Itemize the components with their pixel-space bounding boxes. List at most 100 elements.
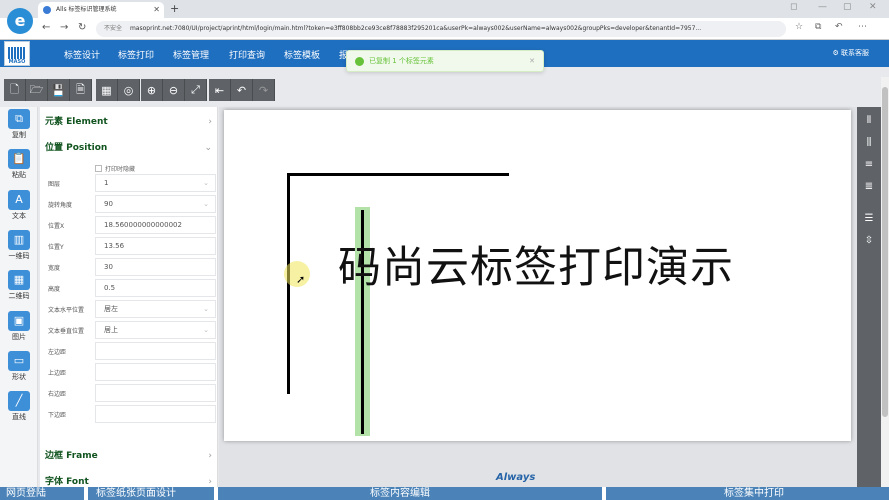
new-tab-icon[interactable]: + [170, 2, 179, 15]
browser-tab[interactable]: Alls 标签标识管理系统 ✕ [38, 2, 164, 18]
minimize-icon[interactable]: — [818, 2, 827, 12]
extensions-icon[interactable]: ⧉ [815, 22, 821, 32]
save-as-icon[interactable]: 🗎 [70, 79, 92, 101]
tool-qrcode[interactable]: ▦ 二维码 [0, 270, 38, 301]
browser-tab-bar: Alls 标签标识管理系统 ✕ + ◻ — ▢ ✕ [0, 0, 889, 18]
insecure-label: 不安全 [104, 25, 123, 32]
field-input[interactable]: 18.560000000000002 [95, 216, 216, 234]
url-field[interactable]: 不安全 masoprint.net:7080/UI/project/aprint… [96, 21, 786, 37]
undo-icon[interactable]: ↶ [231, 79, 253, 101]
more-icon[interactable]: ⋯ [858, 22, 867, 32]
field-select[interactable]: 1 ⌄ [95, 174, 216, 192]
tool-image[interactable]: ▣ 图片 [0, 311, 38, 342]
field-select[interactable]: 居上 ⌄ [95, 321, 216, 339]
save-icon[interactable]: 💾 [48, 79, 70, 101]
toast-close-icon[interactable]: ✕ [529, 51, 535, 71]
field-label: 上边距 [48, 370, 67, 377]
distribute-horizontal-icon[interactable]: ⇳ [861, 233, 877, 249]
new-file-icon[interactable]: 🗋 [4, 79, 26, 101]
redo-icon[interactable]: ↷ [253, 79, 275, 101]
reload-icon[interactable]: ↻ [78, 22, 86, 33]
align-bottom-icon[interactable]: ⫼ [861, 135, 877, 151]
tool-line[interactable]: ╱ 直线 [0, 391, 38, 422]
zoom-out-icon[interactable]: ⊖ [163, 79, 185, 101]
maximize-icon[interactable]: ▢ [843, 2, 852, 12]
tool-label: 复制 [12, 131, 26, 139]
field-select[interactable]: 90 ⌄ [95, 195, 216, 213]
window-close-icon[interactable]: ✕ [869, 2, 877, 12]
zoom-in-icon[interactable]: ⊕ [141, 79, 163, 101]
menu-label-manage[interactable]: 标签管理 [173, 48, 209, 61]
align-left-icon[interactable]: ≡ [861, 157, 877, 173]
field-input[interactable] [95, 363, 216, 381]
field-input[interactable] [95, 384, 216, 402]
label-text-element[interactable]: 码尚云标签打印演示 [338, 233, 734, 295]
menu-print-query[interactable]: 打印查询 [229, 48, 265, 61]
section-element[interactable]: 元素 Element › [40, 113, 217, 131]
history-icon[interactable]: ↶ [835, 22, 843, 32]
field-value: 13.56 [104, 242, 125, 250]
step-divider [84, 487, 88, 500]
menu-label-print[interactable]: 标签打印 [118, 48, 154, 61]
toast-message: 已复制 1 个标签元素 [369, 57, 434, 65]
image-icon: ▣ [8, 311, 30, 331]
tool-label: 直线 [12, 413, 26, 421]
check-circle-icon [355, 57, 364, 66]
mouse-pointer-icon: ➚ [296, 273, 306, 286]
tab-close-icon[interactable]: ✕ [153, 2, 160, 17]
barcode-icon: ▥ [8, 230, 30, 250]
tool-shape[interactable]: ▭ 形状 [0, 351, 38, 382]
align-right-icon[interactable]: ≣ [861, 179, 877, 195]
fit-screen-icon[interactable]: ⤢ [185, 79, 207, 101]
field-label: 下边距 [48, 412, 67, 419]
field-input[interactable]: 30 [95, 258, 216, 276]
tool-barcode[interactable]: ▥ 一维码 [0, 230, 38, 261]
field-row: 位置Y 13.56 [40, 236, 217, 256]
open-folder-icon[interactable]: 🗁 [26, 79, 48, 101]
section-frame[interactable]: 边框 Frame › [40, 447, 217, 465]
print-hidden-checkbox[interactable]: 打印时隐藏 [95, 164, 135, 173]
section-title: 字体 Font [45, 477, 89, 487]
menu-label-design[interactable]: 标签设计 [64, 48, 100, 61]
horizontal-line-element[interactable] [287, 173, 509, 176]
field-select[interactable]: 居左 ⌄ [95, 300, 216, 318]
step-divider [214, 487, 218, 500]
page-scrollbar[interactable] [881, 77, 889, 500]
label-paper[interactable]: 码尚云标签打印演示 ➚ [224, 110, 851, 441]
tool-text[interactable]: A 文本 [0, 190, 38, 221]
profile-icon[interactable]: ◻ [790, 2, 797, 12]
field-input[interactable]: 0.5 [95, 279, 216, 297]
tool-label: 二维码 [8, 292, 30, 300]
field-label: 位置X [48, 223, 65, 230]
field-label: 文本水平位置 [48, 307, 85, 314]
tool-label: 一维码 [8, 252, 30, 260]
preview-icon[interactable]: ◎ [118, 79, 140, 101]
tool-paste[interactable]: 📋 粘贴 [0, 149, 38, 180]
toolbar-zoom-group: ⊕ ⊖ ⤢ [141, 79, 207, 101]
field-row: 上边距 [40, 362, 217, 382]
align-top-icon[interactable]: ⫴ [861, 113, 877, 129]
grid-icon[interactable]: ▦ [96, 79, 118, 101]
element-toolbox: ⧉ 复制 📋 粘贴 A 文本 ▥ 一维码 ▦ 二维码 ▣ 图片 ▭ 形状 ╱ 直线 [0, 107, 38, 500]
field-value: 1 [104, 179, 109, 187]
paste-icon: 📋 [8, 149, 30, 169]
exit-icon[interactable]: ⇤ [209, 79, 231, 101]
field-input[interactable]: 13.56 [95, 237, 216, 255]
chevron-right-icon: › [208, 117, 212, 127]
field-input[interactable] [95, 405, 216, 423]
field-row: 左边距 [40, 341, 217, 361]
menu-label-template[interactable]: 标签模板 [284, 48, 320, 61]
forward-icon[interactable]: → [60, 22, 68, 33]
back-icon[interactable]: ← [42, 22, 50, 33]
distribute-vertical-icon[interactable]: ☰ [861, 211, 877, 227]
favorite-icon[interactable]: ☆ [795, 22, 803, 32]
field-input[interactable] [95, 342, 216, 360]
section-title: 边框 Frame [45, 451, 98, 461]
contact-support-link[interactable]: ⚙ 联系客服 [832, 48, 869, 58]
field-label: 图层 [48, 181, 61, 188]
scrollbar-thumb[interactable] [882, 87, 888, 417]
tool-copy[interactable]: ⧉ 复制 [0, 109, 38, 140]
property-panel: 元素 Element › 位置 Position ⌄ 打印时隐藏 图层 1 ⌄ 旋转角度 9… [40, 107, 218, 500]
maso-logo: MASO [4, 41, 30, 66]
section-position[interactable]: 位置 Position ⌄ [40, 139, 217, 157]
